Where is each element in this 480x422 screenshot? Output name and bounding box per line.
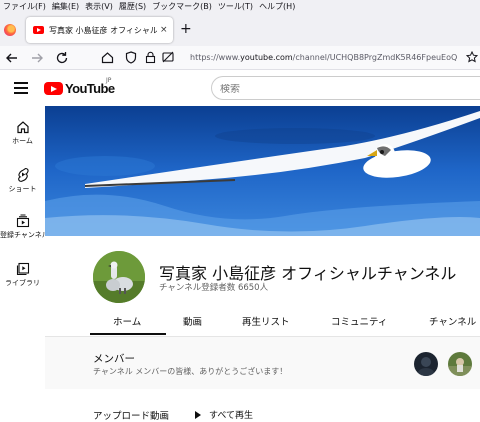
guide-menu-icon[interactable] — [14, 82, 28, 94]
member-avatar-image — [414, 352, 438, 376]
play-all-button[interactable]: すべて再生 — [195, 408, 253, 421]
lock-icon[interactable] — [145, 51, 156, 64]
search-box[interactable] — [211, 76, 480, 100]
tab-playlists[interactable]: 再生リスト — [242, 314, 290, 328]
reload-icon[interactable] — [54, 51, 70, 65]
back-arrow-icon[interactable] — [4, 52, 20, 64]
channel-tabs: ホーム 動画 再生リスト コミュニティ チャンネル — [90, 308, 480, 336]
region-code: JP — [106, 77, 112, 84]
play-all-label: すべて再生 — [209, 411, 254, 421]
tab-community[interactable]: コミュニティ — [331, 314, 387, 328]
menu-edit[interactable]: 編集(E) — [52, 1, 79, 12]
sidebar-item-subscriptions[interactable]: 登録チャンネル — [0, 214, 49, 240]
sidebar-item-label: 登録チャンネル — [0, 231, 49, 239]
new-tab-button[interactable]: + — [180, 21, 192, 37]
sidebar-item-label: ホーム — [12, 137, 33, 145]
shorts-icon — [17, 167, 29, 182]
menu-bookmarks[interactable]: ブックマーク(B) — [152, 1, 212, 12]
permissions-icon[interactable] — [162, 51, 174, 64]
uploads-title: アップロード動画 — [93, 411, 170, 422]
sidebar-item-label: ショート — [8, 185, 37, 193]
forward-arrow-icon[interactable] — [29, 52, 45, 64]
search-input[interactable] — [220, 84, 460, 95]
menu-help[interactable]: ヘルプ(H) — [259, 1, 295, 12]
subscriptions-icon — [16, 214, 29, 228]
active-tab-indicator — [90, 333, 166, 335]
sidebar-item-library[interactable]: ライブラリ — [0, 262, 45, 288]
member-avatar-image — [448, 352, 472, 376]
library-icon — [16, 262, 29, 276]
subscriber-count: チャンネル登録者数 6650人 — [159, 283, 269, 293]
tab-videos[interactable]: 動画 — [183, 314, 202, 328]
home-icon — [16, 121, 29, 134]
menu-view[interactable]: 表示(V) — [85, 1, 113, 12]
url-text[interactable]: https://www.youtube.com/channel/UCHQB8Pr… — [190, 53, 457, 62]
home-page-icon[interactable] — [101, 51, 114, 64]
tab-strip: 写真家 小島征彦 オフィシャルチャンネル × + — [0, 12, 480, 46]
youtube-play-icon — [44, 82, 63, 95]
tab-close-icon[interactable]: × — [160, 25, 168, 35]
members-section: メンバー チャンネル メンバーの皆様、ありがとうございます！ — [45, 337, 480, 389]
navigation-bar: https://www.youtube.com/channel/UCHQB8Pr… — [0, 46, 480, 70]
member-avatar[interactable] — [448, 352, 472, 376]
tracking-protection-icon[interactable] — [125, 51, 137, 64]
menu-file[interactable]: ファイル(F) — [3, 1, 46, 12]
sidebar-item-label: ライブラリ — [5, 279, 40, 287]
browser-tab[interactable]: 写真家 小島征彦 オフィシャルチャンネル × — [26, 17, 173, 43]
youtube-header: YouTube JP — [0, 70, 480, 106]
members-description: チャンネル メンバーの皆様、ありがとうございます！ — [93, 367, 288, 376]
tab-channels[interactable]: チャンネル — [429, 314, 476, 328]
youtube-logo[interactable]: YouTube JP — [44, 77, 115, 96]
channel-avatar-image — [93, 251, 145, 303]
tab-title: 写真家 小島征彦 オフィシャルチャンネル — [49, 25, 157, 35]
url-domain: youtube.com — [240, 53, 293, 62]
members-title: メンバー — [93, 353, 135, 365]
play-icon — [195, 411, 201, 419]
channel-main: 写真家 小島征彦 オフィシャルチャンネル チャンネル登録者数 6650人 ホーム… — [45, 236, 480, 422]
seabird-banner-image — [45, 106, 480, 236]
sidebar-item-shorts[interactable]: ショート — [0, 167, 45, 194]
url-prefix: https://www. — [190, 53, 241, 62]
guide-sidebar: ホーム ショート 登録チャンネル ライブラリ — [0, 106, 49, 422]
menu-tools[interactable]: ツール(T) — [218, 1, 253, 12]
youtube-favicon-icon — [33, 26, 44, 34]
url-path: /channel/UCHQB8PrgZmdK5R46FpeuEoQ — [292, 53, 458, 62]
url-bar[interactable]: https://www.youtube.com/channel/UCHQB8Pr… — [92, 48, 480, 68]
bookmark-star-icon[interactable] — [466, 51, 478, 63]
firefox-view-icon[interactable] — [4, 24, 16, 36]
menu-history[interactable]: 履歴(S) — [119, 1, 146, 12]
channel-banner — [45, 106, 480, 236]
menu-bar: ファイル(F) 編集(E) 表示(V) 履歴(S) ブックマーク(B) ツール(… — [0, 0, 480, 12]
sidebar-item-home[interactable]: ホーム — [0, 120, 45, 146]
channel-avatar[interactable] — [93, 251, 145, 303]
tab-home[interactable]: ホーム — [113, 314, 141, 328]
member-avatar[interactable] — [414, 352, 438, 376]
